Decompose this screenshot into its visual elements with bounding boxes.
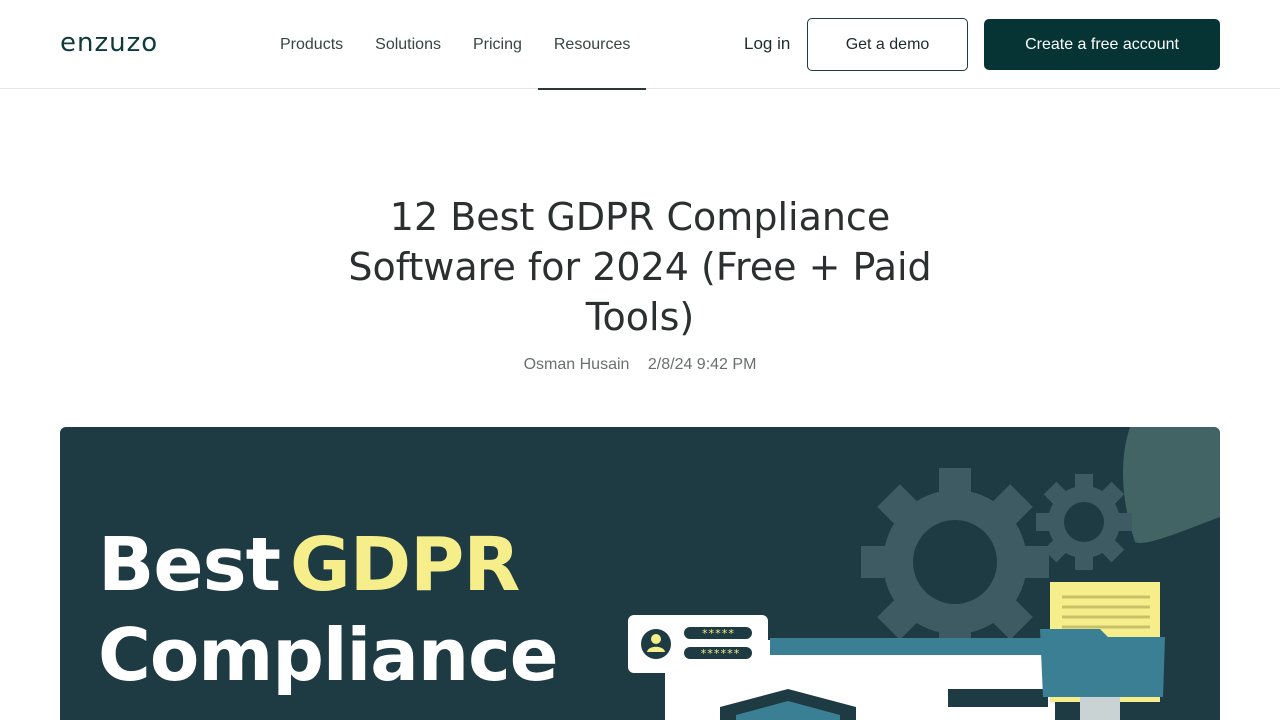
nav-item-products[interactable]: Products	[264, 0, 359, 89]
nav-item-solutions[interactable]: Solutions	[359, 0, 457, 89]
author-link[interactable]: Osman Husain	[524, 356, 630, 373]
folder-icon	[1040, 582, 1165, 720]
large-gear-icon	[861, 468, 1049, 656]
hero-image: ***** ****** Best GDPR Compliance	[60, 427, 1220, 720]
article-meta: Osman Husain 2/8/24 9:42 PM	[0, 356, 1280, 374]
hero-heading-line2: Compliance	[98, 613, 559, 697]
corner-shape	[1123, 427, 1220, 543]
hero-heading-highlight: GDPR	[290, 522, 520, 608]
publish-date: 2/8/24 9:42 PM	[647, 356, 757, 373]
get-demo-button[interactable]: Get a demo	[807, 18, 968, 71]
site-header: enzuzo Products Solutions Pricing Resour…	[0, 0, 1280, 90]
password-mask-2: ******	[700, 647, 740, 660]
create-account-button[interactable]: Create a free account	[984, 19, 1220, 70]
nav-item-pricing[interactable]: Pricing	[457, 0, 538, 89]
browser-bar	[770, 638, 1055, 655]
logo[interactable]: enzuzo	[60, 28, 158, 58]
hero-heading-word: Best	[98, 522, 281, 608]
article-title: 12 Best GDPR Compliance Software for 202…	[348, 195, 932, 339]
password-mask-1: *****	[701, 627, 734, 640]
main-nav: Products Solutions Pricing Resources	[264, 0, 647, 90]
small-gear-icon	[1036, 474, 1132, 570]
hero-heading-line1: Best GDPR	[98, 522, 520, 608]
nav-item-resources[interactable]: Resources	[537, 0, 647, 90]
browser-content-block	[948, 689, 1048, 707]
login-link[interactable]: Log in	[744, 34, 790, 54]
